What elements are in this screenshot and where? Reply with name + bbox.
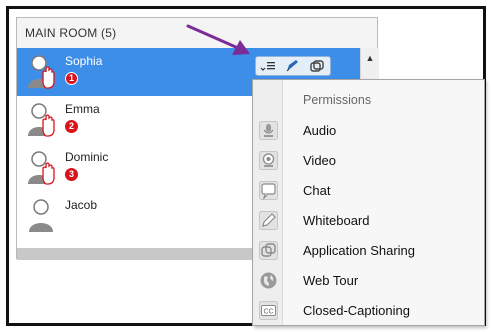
pencil-icon bbox=[259, 211, 278, 230]
menu-item-video[interactable]: Video bbox=[253, 146, 484, 176]
menu-title: Permissions bbox=[303, 93, 372, 107]
person-hand-raised-icon bbox=[28, 103, 55, 137]
microphone-icon bbox=[259, 121, 278, 140]
menu-item-label: Web Tour bbox=[303, 273, 359, 288]
globe-icon bbox=[260, 272, 277, 289]
participant-name: Sophia bbox=[65, 54, 103, 68]
permissions-menu: Permissions Audio Video Chat Whiteboard … bbox=[252, 79, 485, 326]
hand-queue-badge: 2 bbox=[65, 120, 78, 133]
hand-queue-badge: 1 bbox=[65, 72, 78, 85]
menu-item-whiteboard[interactable]: Whiteboard bbox=[253, 206, 484, 236]
participant-name: Jacob bbox=[65, 198, 98, 212]
cc-icon: CC bbox=[259, 301, 278, 320]
share-icon[interactable] bbox=[308, 59, 326, 74]
menu-item-label: Chat bbox=[303, 183, 331, 198]
person-hand-raised-icon bbox=[28, 151, 55, 185]
menu-item-application-sharing[interactable]: Application Sharing bbox=[253, 236, 484, 266]
webcam-icon bbox=[259, 151, 278, 170]
participant-name: Dominic bbox=[65, 150, 109, 164]
menu-item-label: Whiteboard bbox=[303, 213, 370, 228]
menu-item-label: Application Sharing bbox=[303, 243, 416, 258]
permissions-menu-icon[interactable] bbox=[259, 59, 277, 74]
annotation-arrow-icon bbox=[186, 24, 250, 55]
menu-item-audio[interactable]: Audio bbox=[253, 116, 484, 146]
menu-item-label: Audio bbox=[303, 123, 337, 138]
person-hand-raised-icon bbox=[28, 55, 55, 89]
participant-actions-toolbar bbox=[255, 56, 331, 76]
person-icon bbox=[29, 199, 53, 232]
svg-text:CC: CC bbox=[263, 309, 273, 316]
pencil-icon[interactable] bbox=[284, 59, 302, 74]
menu-item-closed-captioning[interactable]: CC Closed-Captioning bbox=[253, 296, 484, 326]
menu-item-label: Video bbox=[303, 153, 337, 168]
menu-item-label: Closed-Captioning bbox=[303, 303, 410, 318]
participant-name: Emma bbox=[65, 102, 100, 116]
hand-queue-badge: 3 bbox=[65, 168, 78, 181]
menu-item-chat[interactable]: Chat bbox=[253, 176, 484, 206]
app-share-icon bbox=[259, 241, 278, 260]
scroll-up-arrow-icon[interactable]: ▲ bbox=[364, 53, 376, 67]
chat-bubble-icon bbox=[259, 181, 278, 200]
menu-item-web-tour[interactable]: Web Tour bbox=[253, 266, 484, 296]
panel-title: MAIN ROOM (5) bbox=[25, 26, 117, 40]
